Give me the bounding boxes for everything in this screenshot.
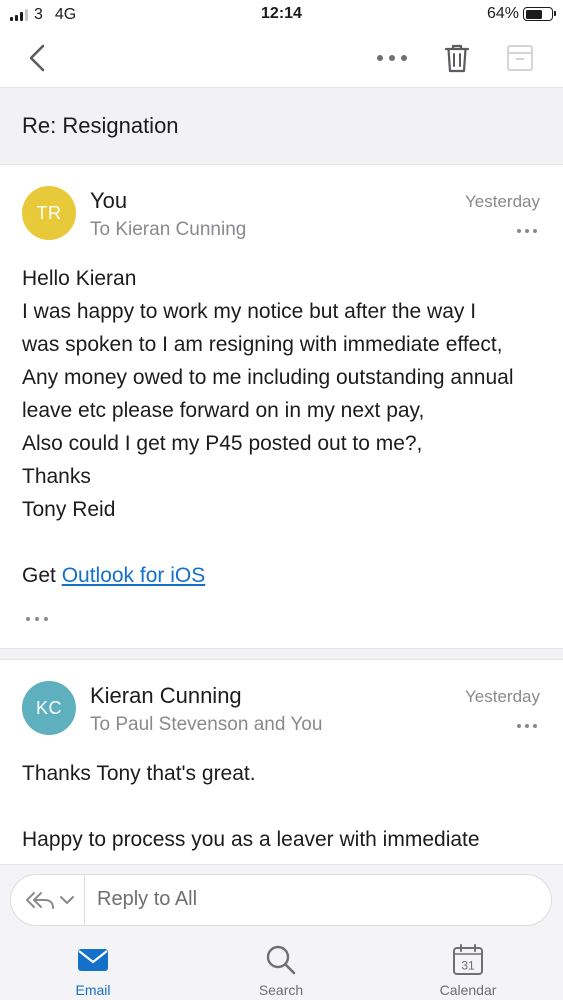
body-line: Hello Kieran: [22, 267, 137, 290]
more-options-icon[interactable]: [372, 48, 412, 68]
message-body: Thanks Tony that's great. Happy to proce…: [22, 757, 552, 856]
subject-header: Re: Resignation: [0, 88, 563, 165]
tab-label: Search: [258, 982, 304, 998]
message-more-icon[interactable]: [516, 227, 538, 235]
body-line: leave etc please forward on in my next p…: [22, 399, 425, 422]
show-quoted-text-icon[interactable]: [25, 615, 49, 623]
sender-name: You: [90, 188, 128, 213]
sender-name: Kieran Cunning: [90, 683, 242, 708]
signature-line: Get Outlook for iOS: [22, 559, 552, 592]
message-card[interactable]: KC Kieran Cunning To Paul Stevenson and …: [0, 661, 563, 864]
message-divider: [0, 648, 563, 660]
message-card[interactable]: TR You To Kieran Cunning Yesterday Hello…: [0, 166, 563, 648]
mail-icon: [78, 949, 108, 971]
body-line: Happy to process you as a leaver with im…: [22, 828, 480, 851]
reply-bar: Reply to All: [0, 864, 563, 934]
reply-all-icon[interactable]: [25, 888, 55, 912]
body-line: Tony Reid: [22, 498, 116, 521]
body-line: I was happy to work my notice but after …: [22, 300, 477, 323]
body-line: Any money owed to me including outstandi…: [22, 366, 514, 389]
reply-mode-selector[interactable]: [11, 875, 85, 925]
thread-subject: Re: Resignation: [22, 113, 179, 138]
message-body: Hello Kieran I was happy to work my noti…: [22, 262, 552, 592]
tab-label: Calendar: [439, 982, 497, 998]
status-bar: 3 4G 12:14 64%: [0, 0, 563, 30]
message-date: Yesterday: [465, 192, 540, 211]
message-toolbar: [0, 30, 563, 88]
trash-icon[interactable]: [440, 41, 474, 75]
recipients-line[interactable]: To Paul Stevenson and You: [90, 714, 322, 736]
calendar-icon: 31: [453, 944, 483, 975]
reply-input[interactable]: Reply to All: [97, 888, 197, 911]
signature-prefix: Get: [22, 564, 62, 587]
reply-field[interactable]: Reply to All: [10, 874, 552, 926]
message-more-icon[interactable]: [516, 722, 538, 730]
bottom-tab-bar: Email Search 31 Calendar: [0, 934, 563, 1000]
tab-label: Email: [75, 982, 111, 998]
outlook-ios-link[interactable]: Outlook for iOS: [62, 564, 206, 587]
body-line: Also could I get my P45 posted out to me…: [22, 432, 423, 455]
chevron-down-icon[interactable]: [59, 892, 75, 908]
tab-search[interactable]: Search: [211, 934, 351, 1000]
status-time: 12:14: [261, 5, 302, 22]
body-line: Thanks Tony that's great.: [22, 762, 256, 785]
recipients-line[interactable]: To Kieran Cunning: [90, 219, 246, 241]
battery-percent: 64%: [486, 5, 519, 22]
avatar: KC: [22, 681, 76, 735]
status-right: 64%: [486, 5, 556, 23]
avatar: TR: [22, 186, 76, 240]
body-line: was spoken to I am resigning with immedi…: [22, 333, 503, 356]
calendar-day-number: 31: [461, 959, 475, 973]
back-chevron-icon[interactable]: [22, 42, 54, 74]
tab-email[interactable]: Email: [23, 934, 163, 1000]
body-line: Thanks: [22, 465, 91, 488]
archive-icon[interactable]: [505, 42, 535, 74]
search-icon: [266, 945, 296, 975]
tab-calendar[interactable]: 31 Calendar: [398, 934, 538, 1000]
battery-icon: [523, 7, 556, 21]
message-date: Yesterday: [465, 687, 540, 706]
